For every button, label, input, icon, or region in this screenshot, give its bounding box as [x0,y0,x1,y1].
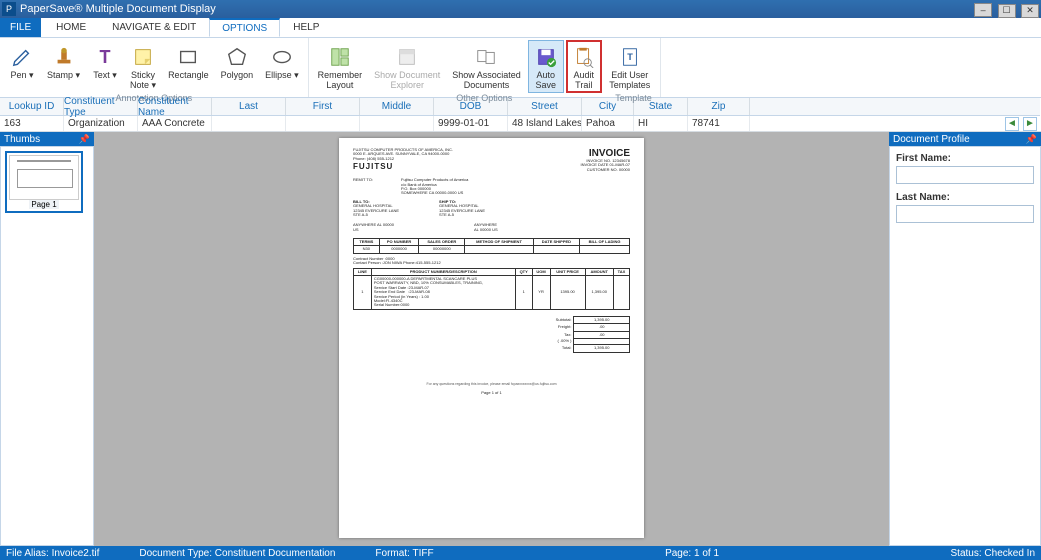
layout-icon [328,45,352,69]
tab-home[interactable]: HOME [43,18,99,37]
thumb-caption: Page 1 [29,200,58,209]
cell [212,116,286,131]
col-constituent-type[interactable]: Constituent Type [64,98,138,115]
rectangle-button[interactable]: Rectangle [163,40,214,83]
status-checked: Status: Checked In [951,548,1036,559]
close-button[interactable]: ✕ [1021,4,1039,18]
document-page: FUJITSU COMPUTER PRODUCTS OF AMERICA, IN… [339,138,644,538]
pin-icon[interactable]: 📌 [1026,134,1037,145]
col-constituent-name[interactable]: Constituent Name [138,98,212,115]
pen-button[interactable]: Pen ▾ [4,40,40,83]
thumbs-title: Thumbs [4,134,40,145]
sticky-note-icon [131,45,155,69]
ellipse-button[interactable]: Ellipse ▾ [260,40,304,83]
stamp-icon [52,45,76,69]
app-icon: P [2,2,16,16]
sticky-note-button[interactable]: Sticky Note ▾ [125,40,161,93]
edit-templates-icon: T [618,45,642,69]
minimize-button[interactable]: – [974,3,992,17]
pen-icon [10,45,34,69]
next-record-button[interactable]: ► [1023,117,1037,131]
auto-save-icon [534,45,558,69]
menu-bar: FILE HOME NAVIGATE & EDIT OPTIONS HELP [0,18,1041,38]
col-lookup-id[interactable]: Lookup ID [0,98,64,115]
cell: Pahoa [582,116,634,131]
show-associated-documents-button[interactable]: Show Associated Documents [447,40,526,93]
polygon-icon [225,45,249,69]
col-last[interactable]: Last [212,98,286,115]
title-bar: P PaperSave® Multiple Document Display –… [0,0,1041,18]
cell: AAA Concrete [138,116,212,131]
cell [360,116,434,131]
thumbnails-panel: Thumbs 📌 Page 1 [0,132,94,546]
group-label-template: Template [615,93,652,103]
last-name-label: Last Name: [896,192,1034,203]
profile-title: Document Profile [893,134,970,145]
pin-icon[interactable]: 📌 [79,134,90,145]
edit-user-templates-button[interactable]: TEdit User Templates [604,40,656,93]
tab-options[interactable]: OPTIONS [209,18,280,37]
status-file-alias: File Alias: Invoice2.tif [6,548,99,559]
thumb-preview [9,155,79,200]
tab-help[interactable]: HELP [280,18,332,37]
rectangle-icon [176,45,200,69]
show-document-explorer-button[interactable]: Show Document Explorer [369,40,445,93]
status-page: Page: 1 of 1 [665,548,719,559]
cell: 48 Island Lakes S [508,116,582,131]
remember-layout-button[interactable]: Remember Layout [313,40,368,93]
stamp-button[interactable]: Stamp ▾ [42,40,85,83]
ribbon: Pen ▾ Stamp ▾ TText ▾ Sticky Note ▾ Rect… [0,38,1041,98]
cell: 9999-01-01 [434,116,508,131]
document-profile-panel: Document Profile 📌 First Name: Last Name: [889,132,1041,546]
tab-navigate-edit[interactable]: NAVIGATE & EDIT [99,18,209,37]
status-document-type: Document Type: Constituent Documentation [139,548,335,559]
audit-trail-button[interactable]: Audit Trail [566,40,602,93]
thumbnail-1[interactable]: Page 1 [5,151,83,213]
cell [286,116,360,131]
text-button[interactable]: TText ▾ [87,40,123,83]
auto-save-button[interactable]: Auto Save [528,40,564,93]
svg-text:T: T [627,52,633,62]
first-name-label: First Name: [896,153,1034,164]
file-menu[interactable]: FILE [0,18,41,37]
document-viewer[interactable]: FUJITSU COMPUTER PRODUCTS OF AMERICA, IN… [94,132,889,546]
text-icon: T [93,45,117,69]
data-row[interactable]: 163OrganizationAAA Concrete 9999-01-0148 … [0,116,750,132]
last-name-input[interactable] [896,205,1034,223]
polygon-button[interactable]: Polygon [216,40,259,83]
cell: 78741 [688,116,750,131]
status-bar: File Alias: Invoice2.tif Document Type: … [0,546,1041,560]
audit-trail-icon [572,45,596,69]
cell: HI [634,116,688,131]
prev-record-button[interactable]: ◄ [1005,117,1019,131]
window-title: PaperSave® Multiple Document Display [20,3,973,15]
associated-docs-icon [474,45,498,69]
document-explorer-icon [395,45,419,69]
cell: 163 [0,116,64,131]
ellipse-icon [270,45,294,69]
first-name-input[interactable] [896,166,1034,184]
col-zip[interactable]: Zip [688,98,750,115]
group-label-other: Other Options [456,93,512,103]
cell: Organization [64,116,138,131]
status-format: Format: TIFF [375,548,433,559]
maximize-button[interactable]: ☐ [998,4,1016,18]
